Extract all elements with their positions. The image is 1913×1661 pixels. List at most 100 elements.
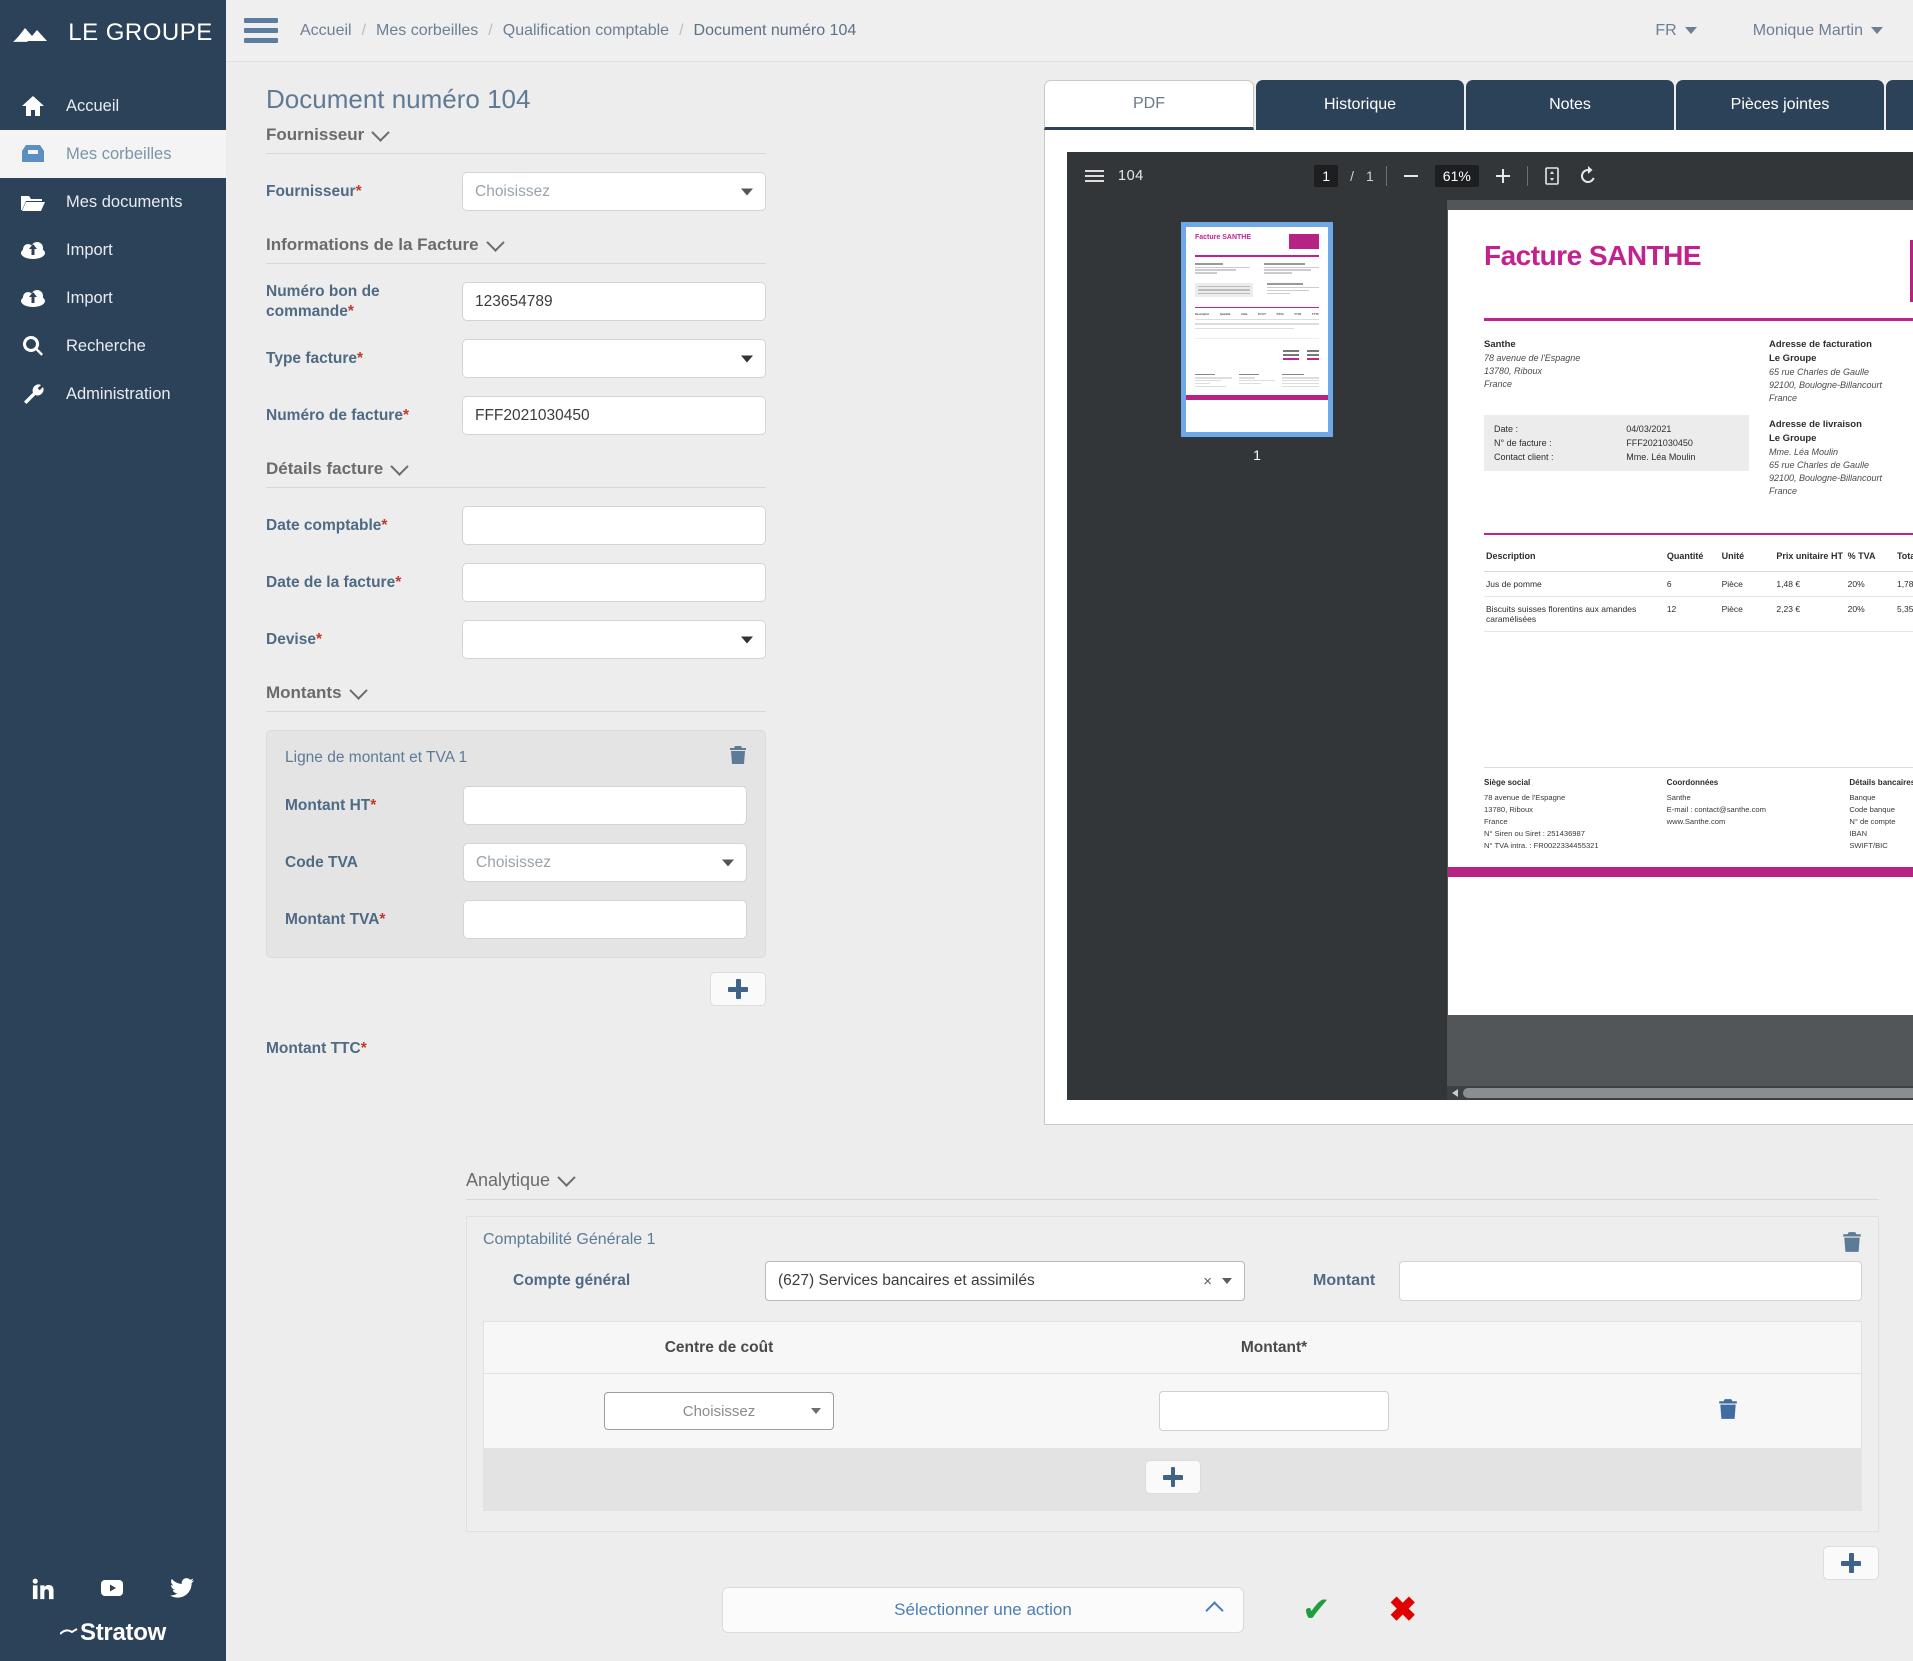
- clear-x-icon[interactable]: ×: [1203, 1273, 1222, 1290]
- youtube-icon[interactable]: [100, 1578, 124, 1605]
- centre-de-cout-select[interactable]: Choisissez: [604, 1392, 834, 1430]
- minus-icon[interactable]: [1399, 164, 1423, 188]
- sidebar-item-mes-corbeilles[interactable]: Mes corbeilles: [0, 130, 226, 178]
- footer-line: E-mail : contact@santhe.com: [1666, 804, 1766, 814]
- breadcrumb-item-qualification-comptable[interactable]: Qualification comptable: [503, 22, 669, 40]
- field-label: Type facture*: [266, 349, 462, 368]
- section-details-facture[interactable]: Détails facture: [266, 453, 766, 488]
- seller-line: 78 avenue de l'Espagne: [1484, 352, 1581, 363]
- trash-icon[interactable]: [1718, 1398, 1738, 1425]
- trash-icon[interactable]: [1842, 1231, 1862, 1258]
- reject-button[interactable]: ✖: [1389, 1593, 1418, 1627]
- bank-key: N° de compte: [1849, 816, 1896, 826]
- chevron-down-icon: [390, 456, 409, 476]
- section-label: Montants: [266, 683, 342, 702]
- sidebar-item-mes-documents[interactable]: Mes documents: [0, 178, 226, 226]
- table-row: Jus de pomme 6 Pièce 1,48 € 20% 1,78 € 1…: [1484, 571, 1913, 597]
- sidebar-item-import-1[interactable]: Import: [0, 226, 226, 274]
- meta-row: N° de facture : FFF2021030450: [1494, 438, 1739, 448]
- type-facture-select[interactable]: [462, 339, 766, 378]
- breadcrumb-item-mes-corbeilles[interactable]: Mes corbeilles: [376, 22, 478, 40]
- sidebar-item-recherche[interactable]: Recherche: [0, 322, 226, 370]
- section-analytique[interactable]: Analytique: [466, 1168, 1879, 1200]
- required-mark: *: [402, 406, 409, 424]
- pdf-filename: 104: [1118, 168, 1144, 184]
- brand-logo[interactable]: LE GROUPE: [0, 0, 226, 62]
- chevron-up-icon: [1205, 1600, 1224, 1620]
- trash-icon[interactable]: [729, 745, 747, 770]
- sidebar-toggle-icon[interactable]: [1085, 170, 1104, 182]
- invoice-addresses: Santhe 78 avenue de l'Espagne 13780, Rib…: [1484, 339, 1913, 499]
- label-text: Numéro bon de commande: [266, 283, 380, 320]
- action-select[interactable]: Sélectionner une action: [722, 1587, 1244, 1633]
- linkedin-icon[interactable]: [32, 1578, 54, 1605]
- invoice-items-table: Description Quantité Unité Prix unitaire…: [1484, 540, 1913, 632]
- tab-historique[interactable]: Historique: [1256, 80, 1464, 130]
- tab-documents-rattaches[interactable]: Documents rattachés: [1886, 80, 1913, 130]
- analytique-montant-input[interactable]: [1399, 1261, 1862, 1301]
- numero-bon-commande-input[interactable]: [462, 282, 766, 321]
- required-mark: *: [381, 516, 388, 534]
- add-amount-line-button[interactable]: [710, 972, 766, 1006]
- amount-line-title: Ligne de montant et TVA 1: [285, 748, 468, 766]
- montant-tva-input[interactable]: [463, 900, 747, 939]
- table-header-row: Centre de coût Montant*: [484, 1322, 1861, 1374]
- sidebar-item-administration[interactable]: Administration: [0, 370, 226, 418]
- meta-key: Contact client :: [1494, 451, 1554, 462]
- date-comptable-input[interactable]: [462, 506, 766, 545]
- compte-general-select[interactable]: (627) Services bancaires et assimilés ×: [765, 1261, 1245, 1301]
- chevron-down-icon: [811, 1408, 821, 1414]
- validate-button[interactable]: ✔: [1302, 1593, 1331, 1627]
- field-devise: Devise*: [266, 620, 766, 659]
- section-montants[interactable]: Montants: [266, 677, 766, 712]
- section-fournisseur[interactable]: Fournisseur: [266, 119, 766, 154]
- pdf-horizontal-scrollbar[interactable]: [1447, 1086, 1913, 1100]
- rotate-icon[interactable]: [1576, 164, 1600, 188]
- centre-montant-input[interactable]: [1159, 1391, 1389, 1431]
- pdf-page-thumbnail[interactable]: Facture SANTHE Description Quantité Unit…: [1181, 222, 1333, 437]
- montant-ht-input[interactable]: [463, 786, 747, 825]
- pdf-body: Facture SANTHE Description Quantité Unit…: [1067, 200, 1913, 1100]
- fit-page-icon[interactable]: [1540, 164, 1564, 188]
- tab-notes[interactable]: Notes: [1466, 80, 1674, 130]
- section-informations-facture[interactable]: Informations de la Facture: [266, 229, 766, 264]
- add-comptabilite-button[interactable]: [1823, 1546, 1879, 1580]
- date-facture-input[interactable]: [462, 563, 766, 602]
- twitter-icon[interactable]: [170, 1578, 194, 1605]
- label-text: Montant HT: [285, 796, 371, 814]
- numero-facture-input[interactable]: [462, 396, 766, 435]
- code-tva-select[interactable]: Choisissez: [463, 843, 747, 882]
- breadcrumb-item-document: Document numéro 104: [693, 21, 857, 39]
- fournisseur-select[interactable]: Choisissez: [462, 172, 766, 211]
- tab-pdf[interactable]: PDF: [1044, 80, 1254, 130]
- chevron-down-icon: [741, 188, 753, 195]
- sidebar-item-accueil[interactable]: Accueil: [0, 82, 226, 130]
- user-name: Monique Martin: [1752, 21, 1863, 39]
- add-cost-center-button[interactable]: [1144, 1460, 1201, 1494]
- devise-select[interactable]: [462, 620, 766, 659]
- meta-value: FFF2021030450: [1626, 437, 1693, 448]
- cloud-upload-icon: [18, 288, 48, 308]
- sidebar-item-label: Recherche: [66, 336, 146, 355]
- page-title: Document numéro 104: [266, 84, 531, 114]
- plus-icon[interactable]: [1491, 164, 1515, 188]
- footer-title: Détails bancaires: [1849, 777, 1913, 787]
- footer-line: Santhe: [1666, 792, 1691, 802]
- hamburger-icon[interactable]: [244, 18, 278, 43]
- section-label: Informations de la Facture: [266, 235, 479, 254]
- breadcrumb-item-accueil[interactable]: Accueil: [300, 22, 352, 40]
- user-menu[interactable]: Monique Martin: [1753, 22, 1883, 40]
- folder-icon: [18, 192, 48, 212]
- scrollbar-thumb[interactable]: [1463, 1088, 1913, 1098]
- zoom-level[interactable]: 61%: [1434, 165, 1479, 187]
- language-selector[interactable]: FR: [1655, 22, 1697, 40]
- footer-details-bancaires: Détails bancaires BanqueMaBanque Code ba…: [1849, 778, 1913, 853]
- field-montant-tva: Montant TVA*: [285, 900, 747, 939]
- scroll-left-icon[interactable]: [1452, 1089, 1458, 1097]
- page-number-input[interactable]: 1: [1314, 165, 1339, 187]
- sidebar: LE GROUPE Accueil Mes corbeilles Mes doc…: [0, 0, 226, 1661]
- sidebar-item-import-2[interactable]: Import: [0, 274, 226, 322]
- label-text: Devise: [266, 630, 316, 648]
- invoice-totals: Total HT35,64 € Total TVA7,13 € Total TT…: [1484, 676, 1913, 727]
- tab-pieces-jointes[interactable]: Pièces jointes: [1676, 80, 1884, 130]
